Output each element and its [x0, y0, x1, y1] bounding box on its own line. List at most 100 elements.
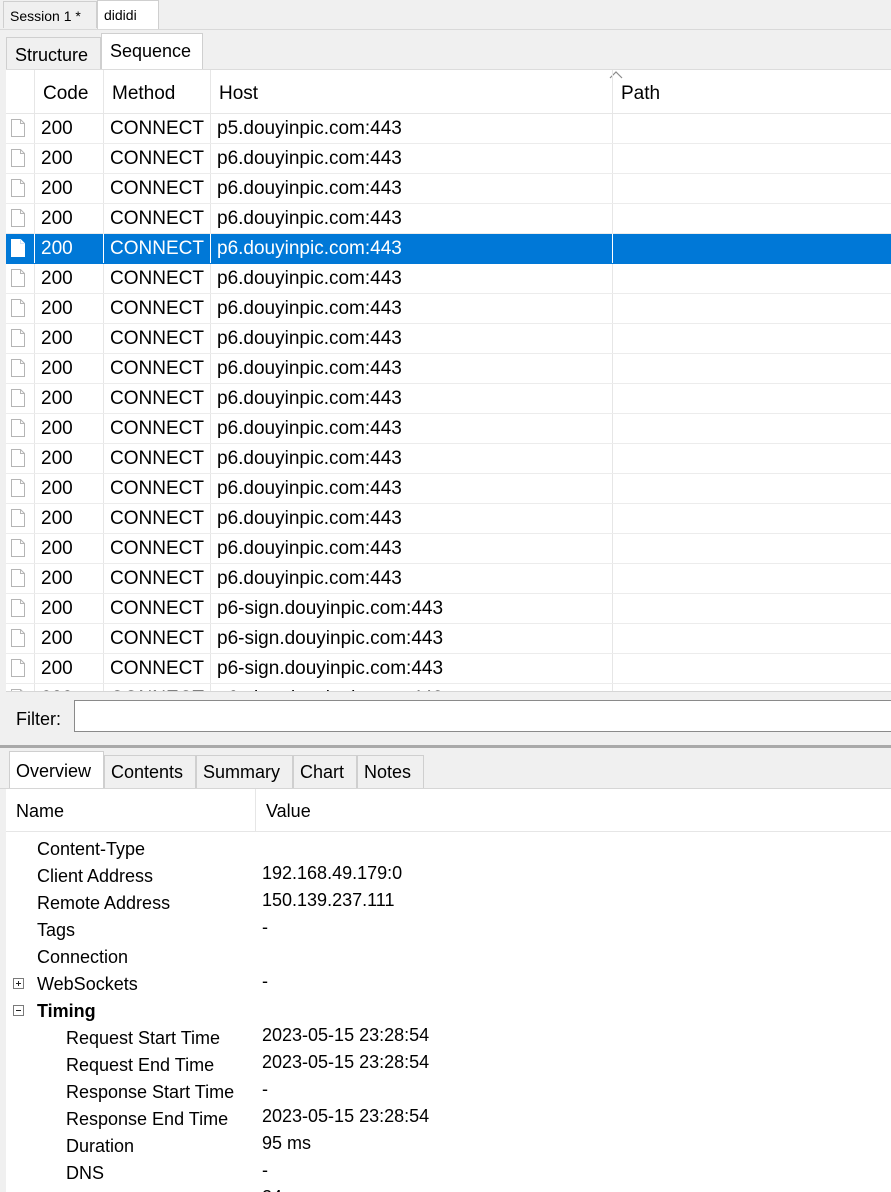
column-header-name[interactable]: Name [6, 789, 256, 831]
property-name: Tags [37, 920, 76, 940]
code-cell: 200 [34, 414, 103, 443]
row-icon-cell [6, 384, 34, 413]
table-row[interactable]: 200 CONNECT p6.douyinpic.com:443 [6, 384, 891, 414]
property-row[interactable]: Response Start Time - [6, 1079, 891, 1106]
code-cell: 200 [34, 174, 103, 203]
method-cell: CONNECT [103, 144, 210, 173]
tab-contents[interactable]: Contents [104, 755, 196, 788]
property-row[interactable]: Request Start Time 2023-05-15 23:28:54 [6, 1025, 891, 1052]
property-value: 2023-05-15 23:28:54 [262, 1052, 430, 1072]
document-icon [11, 149, 25, 167]
filter-label: Filter: [16, 709, 61, 729]
property-row[interactable]: Client Address 192.168.49.179:0 [6, 863, 891, 890]
table-row[interactable]: 200 CONNECT p6.douyinpic.com:443 [6, 234, 891, 264]
column-header-path[interactable]: Path [612, 70, 891, 113]
host-cell: p6.douyinpic.com:443 [210, 174, 612, 203]
property-row[interactable]: Tags - [6, 917, 891, 944]
property-row[interactable]: Content-Type [6, 836, 891, 863]
column-header-code[interactable]: Code [34, 70, 103, 113]
code-cell: 200 [34, 594, 103, 623]
property-name: Client Address [37, 866, 154, 886]
filter-input[interactable] [74, 700, 891, 732]
table-row[interactable]: 200 CONNECT p6.douyinpic.com:443 [6, 144, 891, 174]
table-row[interactable]: 200 CONNECT p5.douyinpic.com:443 [6, 114, 891, 144]
path-cell [612, 504, 891, 533]
document-icon [11, 239, 25, 257]
property-row[interactable]: Timing [6, 998, 891, 1025]
property-row[interactable]: DNS - [6, 1160, 891, 1187]
document-icon [11, 359, 25, 377]
host-cell: p6.douyinpic.com:443 [210, 354, 612, 383]
code-cell: 200 [34, 384, 103, 413]
tab-structure[interactable]: Structure [6, 37, 101, 69]
code-cell: 200 [34, 474, 103, 503]
tab-overview[interactable]: Overview [9, 751, 104, 788]
property-value: 192.168.49.179:0 [262, 863, 403, 883]
table-row[interactable]: 200 CONNECT p6.douyinpic.com:443 [6, 414, 891, 444]
host-cell: p6.douyinpic.com:443 [210, 264, 612, 293]
overview-header: Name Value [6, 789, 891, 832]
host-cell: p6.douyinpic.com:443 [210, 384, 612, 413]
row-icon-cell [6, 354, 34, 383]
property-name: Request Start Time [66, 1028, 221, 1048]
method-cell: CONNECT [103, 174, 210, 203]
table-row[interactable]: 200 CONNECT p6.douyinpic.com:443 [6, 474, 891, 504]
table-row[interactable]: 200CONNECTp6-sign.douyinpic.com:443 [6, 594, 891, 624]
column-header-host[interactable]: Host [210, 70, 623, 113]
property-row[interactable]: Connection [6, 944, 891, 971]
path-cell [612, 114, 891, 143]
tab-notes[interactable]: Notes [357, 755, 424, 788]
overview-panel: Name Value Content-Type Client Address 192… [6, 789, 891, 1192]
row-icon-cell [6, 654, 34, 683]
property-name: WebSockets [37, 974, 138, 994]
table-row[interactable]: 200 CONNECT p6.douyinpic.com:443 [6, 294, 891, 324]
table-row[interactable]: 200CONNECTp6-sign.douyinpic.com:443 [6, 624, 891, 654]
table-row[interactable]: 200 CONNECT p6.douyinpic.com:443 [6, 264, 891, 294]
expand-icon[interactable] [13, 978, 24, 989]
host-cell: p6.douyinpic.com:443 [210, 534, 612, 563]
column-header-value[interactable]: Value [256, 789, 556, 831]
column-header-method[interactable]: Method [103, 70, 210, 113]
table-row[interactable]: 200 CONNECT p6.douyinpic.com:443 [6, 564, 891, 594]
table-row[interactable]: 200 CONNECT p6.douyinpic.com:443 [6, 354, 891, 384]
table-row[interactable]: 200 CONNECT p6.douyinpic.com:443 [6, 204, 891, 234]
row-icon-cell [6, 534, 34, 563]
session-tab-2[interactable]: dididi [97, 0, 159, 29]
tab-chart[interactable]: Chart [293, 755, 357, 788]
tab-sequence[interactable]: Sequence [101, 33, 203, 69]
property-row[interactable]: Connect24 [6, 1187, 891, 1192]
method-cell: CONNECT [103, 264, 210, 293]
path-cell [612, 384, 891, 413]
document-icon [11, 509, 25, 527]
property-row[interactable]: Duration 95 ms [6, 1133, 891, 1160]
document-icon [11, 119, 25, 137]
property-name: Duration [66, 1136, 135, 1156]
collapse-icon[interactable] [13, 1005, 24, 1016]
table-row[interactable]: 200 CONNECT p6.douyinpic.com:443 [6, 174, 891, 204]
code-cell: 200 [34, 354, 103, 383]
row-icon-cell [6, 234, 34, 263]
property-value: 2023-05-15 23:28:54 [262, 1106, 430, 1126]
table-row[interactable]: 200 CONNECT p6.douyinpic.com:443 [6, 534, 891, 564]
session-tab-1[interactable]: Session 1 * [3, 1, 97, 28]
host-cell: p6.douyinpic.com:443 [210, 144, 612, 173]
table-row[interactable]: 200 CONNECT p6.douyinpic.com:443 [6, 324, 891, 354]
property-row[interactable]: Response End Time 2023-05-15 23:28:54 [6, 1106, 891, 1133]
path-cell [612, 354, 891, 383]
property-row[interactable]: WebSockets - [6, 971, 891, 998]
row-icon-cell [6, 474, 34, 503]
property-name: Connection [37, 947, 129, 967]
method-cell: CONNECT [103, 624, 210, 653]
host-cell: p6-sign.douyinpic.com:443 [210, 624, 612, 653]
document-icon [11, 599, 25, 617]
table-row[interactable]: 200 CONNECT p6.douyinpic.com:443 [6, 504, 891, 534]
code-cell: 200 [34, 564, 103, 593]
tab-summary[interactable]: Summary [196, 755, 293, 788]
request-table: Code Method Host Path 200 CONNECT p5.douyi… [6, 69, 891, 692]
code-cell: 200 [34, 624, 103, 653]
method-cell: CONNECT [103, 534, 210, 563]
property-row[interactable]: Request End Time 2023-05-15 23:28:54 [6, 1052, 891, 1079]
table-row[interactable]: 200 CONNECT p6.douyinpic.com:443 [6, 444, 891, 474]
table-row[interactable]: 200CONNECTp6-sign.douyinpic.com:443 [6, 654, 891, 684]
property-row[interactable]: Remote Address 150.139.237.111 [6, 890, 891, 917]
